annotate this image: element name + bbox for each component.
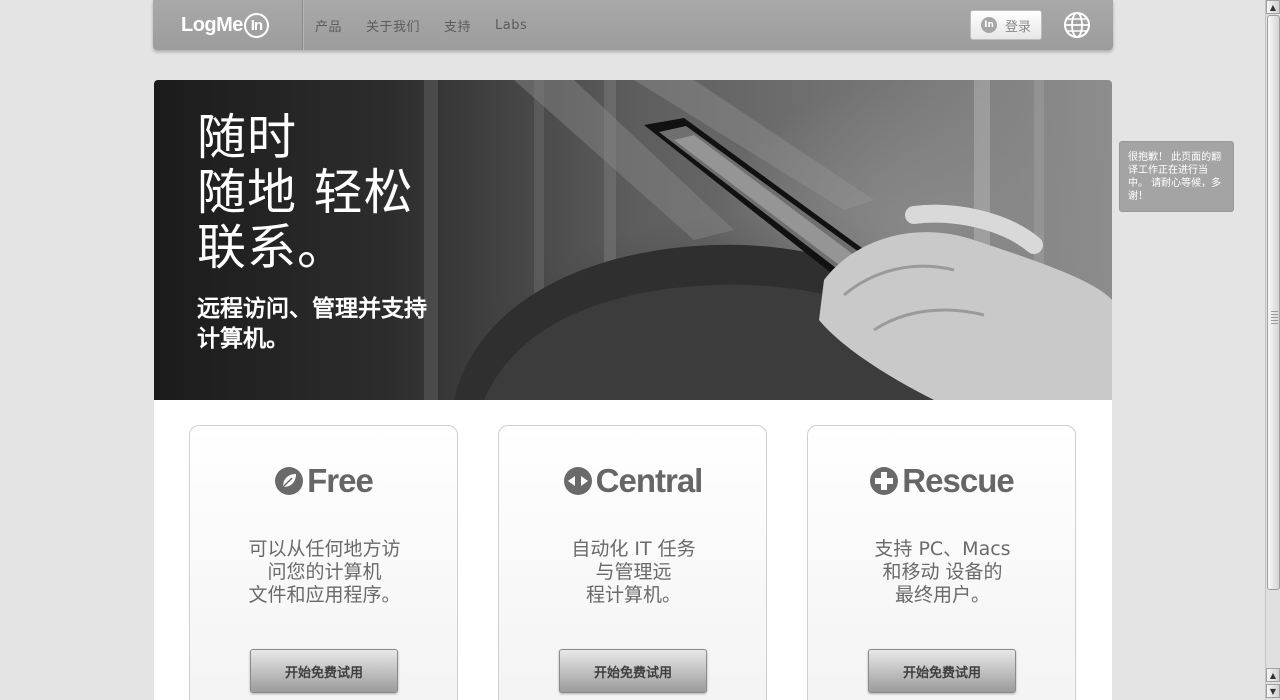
hero-title: 随时 随地 轻松 联系。 [197,109,414,276]
nav-link-about[interactable]: 关于我们 [366,16,420,35]
hero-banner: 随时 随地 轻松 联系。 远程访问、管理并支持 计算机。 [154,80,1112,400]
central-brand-name: Central [595,462,704,499]
rescue-brand[interactable]: Rescue [808,462,1075,500]
arrows-icon [563,467,592,495]
nav-link-support[interactable]: 支持 [444,16,471,35]
nav-link-products[interactable]: 产品 [315,16,342,35]
product-card-central: Central 自动化 IT 任务 与管理远 程计算机。 开始免费试用 [498,425,767,700]
rescue-brand-name: Rescue [902,462,1014,499]
nav-divider [302,0,303,50]
logmein-icon: In [980,17,997,33]
product-card-rescue: Rescue 支持 PC、Macs 和移动 设备的 最终用户。 开始免费试用 [807,425,1076,700]
free-brand-name: Free [307,462,374,499]
rescue-trial-button[interactable]: 开始免费试用 [868,649,1016,693]
leaf-icon [275,467,304,495]
free-trial-button[interactable]: 开始免费试用 [250,649,398,693]
nav-link-labs[interactable]: Labs [495,18,527,33]
scroll-up-button-lower[interactable]: ▲ [1266,668,1280,682]
rescue-description: 支持 PC、Macs 和移动 设备的 最终用户。 [874,538,1011,606]
product-section: Free 可以从任何地方访 问您的计算机 文件和应用程序。 开始免费试用 Cen… [154,400,1112,700]
hero-subtitle: 远程访问、管理并支持 计算机。 [197,296,427,352]
login-label: 登录 [1004,19,1031,35]
top-navbar: LogMe In 产品 关于我们 支持 Labs In 登录 [153,0,1113,50]
central-trial-button[interactable]: 开始免费试用 [559,649,707,693]
main-nav: 产品 关于我们 支持 Labs [315,0,551,50]
globe-icon[interactable] [1063,11,1091,39]
scroll-up-button[interactable]: ▲ [1266,0,1280,14]
logo-text: LogMe [181,13,243,36]
product-card-free: Free 可以从任何地方访 问您的计算机 文件和应用程序。 开始免费试用 [189,425,458,700]
central-brand[interactable]: Central [499,462,766,500]
free-description: 可以从任何地方访 问您的计算机 文件和应用程序。 [248,538,401,606]
logo-in-badge: In [243,12,269,38]
logmein-logo[interactable]: LogMe In [181,11,269,39]
translation-notice: 很抱歉！ 此页面的翻译工作正在进行当中。 请耐心等候，多谢！ [1119,141,1234,212]
scroll-down-button[interactable]: ▼ [1266,684,1280,698]
scroll-thumb[interactable] [1267,15,1280,590]
scroll-grip-icon [1271,311,1278,325]
plus-icon [870,467,899,495]
login-button[interactable]: In 登录 [970,10,1042,40]
central-description: 自动化 IT 任务 与管理远 程计算机。 [571,538,696,606]
vertical-scrollbar[interactable]: ▲ ▲ ▼ [1265,0,1280,700]
free-brand[interactable]: Free [190,462,457,500]
